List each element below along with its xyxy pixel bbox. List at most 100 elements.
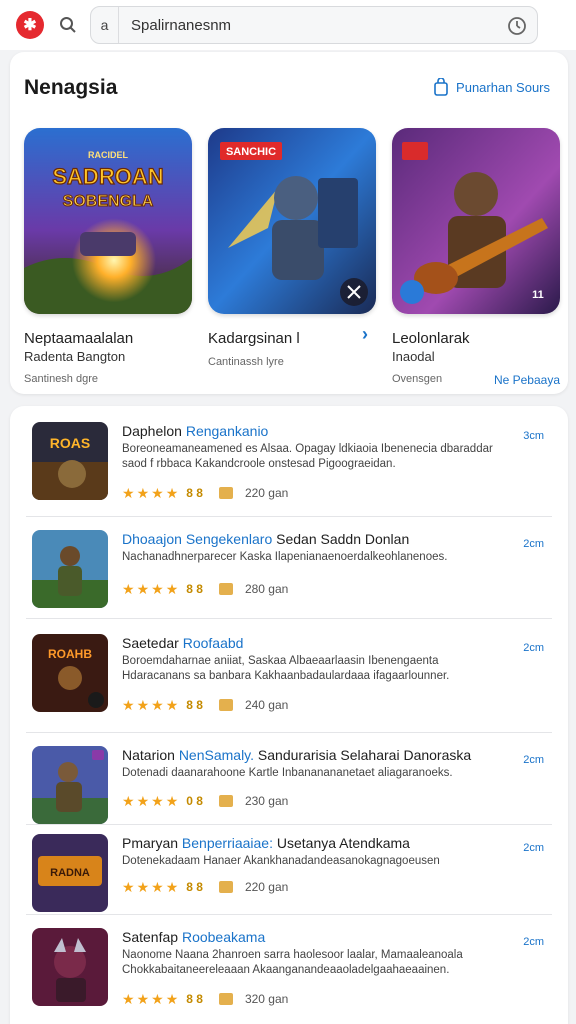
- featured-badge: SANCHIC: [226, 146, 276, 158]
- review-count: 280 gan: [244, 582, 289, 596]
- featured-item-name: Neptaamaalalan: [24, 330, 134, 347]
- history-clock-icon[interactable]: [507, 16, 527, 36]
- file-size: 2cm: [523, 842, 544, 854]
- file-size: 2cm: [523, 538, 544, 550]
- search-input[interactable]: [119, 16, 499, 34]
- search-icon[interactable]: [58, 15, 78, 35]
- featured-item-meta: Santinesh dgre: [24, 373, 98, 385]
- rating: ★ ★ ★ ★ 8 8 220 gan: [122, 880, 288, 894]
- star-icon: ★: [136, 697, 150, 713]
- search-prefix: a: [91, 7, 119, 43]
- star-icon: ★: [136, 581, 150, 597]
- star-icon: ★: [122, 991, 135, 1007]
- star-icon: ★: [136, 991, 150, 1007]
- app-logo-icon[interactable]: ✱: [16, 11, 44, 39]
- star-icon: ★: [165, 697, 179, 713]
- chest-icon: [218, 487, 233, 499]
- star-icon: ★: [122, 879, 135, 895]
- list-item[interactable]: Natarion NenSamaly. Sandurarisia Selahar…: [26, 746, 552, 846]
- featured-item-name: Leolonlarak: [392, 330, 470, 347]
- featured-badge: SADROAN: [52, 164, 163, 189]
- list-item-description: Dotenadi daanarahoone Kartle Inbanananan…: [122, 767, 453, 779]
- rating: ★ ★ ★ ★ 8 8 320 gan: [122, 992, 288, 1006]
- star-icon: ★: [165, 879, 179, 895]
- list-item-description: Dotenekadaam Hanaer Akankhanadandeasanok…: [122, 855, 440, 867]
- featured-item[interactable]: 11 Leolonlarak Inaodal Ovensgen Ne Pebaa…: [392, 128, 560, 387]
- divider: [26, 618, 552, 619]
- star-icon: ★: [151, 697, 164, 713]
- rating-score: 8 8: [186, 698, 203, 712]
- top-bar: ✱ a: [0, 0, 576, 50]
- star-icon: ★: [151, 485, 164, 501]
- star-icon: ★: [122, 697, 135, 713]
- list-item[interactable]: ROAS Daphelon Rengankanio Boreoneamaneam…: [26, 422, 552, 522]
- list-item-title: Pmaryan Benperriaaiae: Usetanya Atendkam…: [122, 835, 410, 851]
- shopping-bag-icon: [434, 78, 448, 96]
- rating-score: 8 8: [186, 992, 203, 1006]
- rating-score: 0 8: [186, 794, 203, 808]
- review-count: 240 gan: [244, 698, 289, 712]
- featured-item-sub: Inaodal: [392, 349, 435, 364]
- star-icon: ★: [165, 581, 179, 597]
- rating-score: 8 8: [186, 582, 203, 596]
- list-item[interactable]: RADNA Pmaryan Benperriaaiae: Usetanya At…: [26, 834, 552, 934]
- rating: ★ ★ ★ ★ 8 8 240 gan: [122, 698, 288, 712]
- divider: [26, 516, 552, 517]
- game-thumbnail: ROAS: [32, 422, 108, 500]
- review-count: 220 gan: [244, 880, 289, 894]
- game-thumbnail: [32, 746, 108, 824]
- star-icon: ★: [122, 581, 135, 597]
- svg-text:11: 11: [532, 289, 544, 301]
- featured-game-art: SANCHIC: [208, 128, 376, 314]
- chest-icon: [218, 583, 233, 595]
- star-icon: ★: [136, 793, 150, 809]
- star-icon: ★: [122, 793, 135, 809]
- featured-game-art: 11: [392, 128, 560, 314]
- featured-section: Nenagsia Punarhan Sours RACIDEL SADROAN …: [10, 52, 568, 394]
- featured-link[interactable]: Punarhan Sours: [434, 78, 550, 96]
- chevron-right-icon[interactable]: ›: [362, 324, 368, 345]
- featured-item[interactable]: RACIDEL SADROAN SOBENGLA Neptaamaalalan …: [24, 128, 192, 385]
- featured-title: Nenagsia: [24, 76, 118, 99]
- star-icon: ★: [165, 991, 179, 1007]
- game-thumbnail: ROAHB: [32, 634, 108, 712]
- featured-badge-small: RACIDEL: [88, 150, 129, 160]
- star-icon: ★: [151, 581, 164, 597]
- list-item[interactable]: Dhoaajon Sengekenlaro Sedan Saddn Donlan…: [26, 530, 552, 630]
- review-count: 320 gan: [244, 992, 289, 1006]
- rating: ★ ★ ★ ★ 8 8 280 gan: [122, 582, 288, 596]
- list-item-title: Saetedar Roofaabd: [122, 635, 244, 651]
- list-item-title: Dhoaajon Sengekenlaro Sedan Saddn Donlan: [122, 531, 410, 547]
- review-count: 230 gan: [244, 794, 289, 808]
- chest-icon: [218, 699, 233, 711]
- featured-item-name: Kadargsinan l: [208, 330, 300, 347]
- chest-icon: [218, 881, 233, 893]
- featured-item-sub: Radenta Bangton: [24, 349, 126, 364]
- svg-text:ROAHB: ROAHB: [48, 647, 92, 661]
- featured-more-link[interactable]: Ne Pebaaya: [494, 373, 560, 387]
- svg-text:ROAS: ROAS: [50, 435, 90, 451]
- search-box[interactable]: a: [90, 6, 538, 44]
- chest-icon: [218, 795, 233, 807]
- chest-icon: [218, 993, 233, 1005]
- divider: [26, 824, 552, 825]
- game-thumbnail: RADNA: [32, 834, 108, 912]
- list-item-description: Naonome Naana 2hanroen sarra haolesoor l…: [122, 949, 463, 976]
- featured-item[interactable]: SANCHIC Kadargsinan l Cantinassh lyre: [208, 128, 376, 368]
- rating: ★ ★ ★ ★ 0 8 230 gan: [122, 794, 288, 808]
- list-item[interactable]: Satenfap Roobeakama Naonome Naana 2hanro…: [26, 928, 552, 1024]
- list-item-description: Nachanadhnerparecer Kaska Ilapenianaenoe…: [122, 551, 448, 563]
- list-item-title: Daphelon Rengankanio: [122, 423, 269, 439]
- featured-item-meta: Ovensgen: [392, 373, 443, 385]
- file-size: 2cm: [523, 642, 544, 654]
- file-size: 2cm: [523, 936, 544, 948]
- file-size: 3cm: [523, 430, 544, 442]
- rating-score: 8 8: [186, 486, 203, 500]
- list-item[interactable]: ROAHB Saetedar Roofaabd Boroemdaharnae a…: [26, 634, 552, 734]
- review-count: 220 gan: [244, 486, 289, 500]
- svg-text:RADNA: RADNA: [50, 867, 90, 879]
- file-size: 2cm: [523, 754, 544, 766]
- star-icon: ★: [165, 485, 179, 501]
- list-item-title: Natarion NenSamaly. Sandurarisia Selahar…: [122, 747, 472, 763]
- rating: ★ ★ ★ ★ 8 8 220 gan: [122, 486, 288, 500]
